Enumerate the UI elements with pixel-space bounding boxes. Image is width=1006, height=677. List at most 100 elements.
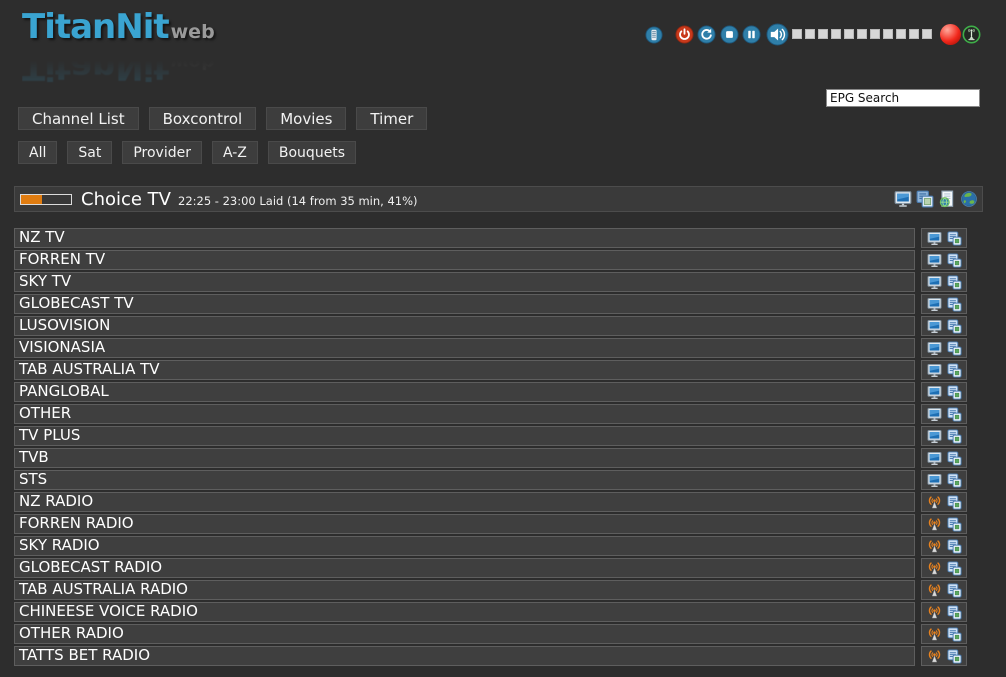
nav-button-channel-list[interactable]: Channel List	[18, 107, 139, 130]
channel-name-cell[interactable]: SKY RADIO	[14, 536, 915, 556]
monitor-icon[interactable]	[927, 429, 942, 444]
monitor-icon[interactable]	[927, 407, 942, 422]
epg-list-icon[interactable]	[947, 561, 962, 576]
monitor-icon[interactable]	[927, 473, 942, 488]
volume-segment[interactable]	[870, 29, 880, 39]
pause-icon[interactable]	[742, 25, 761, 44]
volume-segment[interactable]	[805, 29, 815, 39]
channel-name-cell[interactable]: GLOBECAST RADIO	[14, 558, 915, 578]
channel-name-cell[interactable]: NZ TV	[14, 228, 915, 248]
radio-antenna-icon[interactable]	[927, 605, 942, 620]
radio-antenna-icon[interactable]	[927, 649, 942, 664]
channel-row-tab-australia-radio: TAB AUSTRALIA RADIO	[14, 580, 967, 600]
channel-name-cell[interactable]: OTHER RADIO	[14, 624, 915, 644]
epg-list-icon[interactable]	[947, 451, 962, 466]
screenshot-icon[interactable]	[916, 190, 934, 208]
volume-segment[interactable]	[831, 29, 841, 39]
filter-button-provider[interactable]: Provider	[122, 141, 202, 164]
channel-name-cell[interactable]: TAB AUSTRALIA RADIO	[14, 580, 915, 600]
volume-icon[interactable]	[766, 23, 789, 46]
monitor-icon[interactable]	[927, 451, 942, 466]
channel-name-cell[interactable]: TVB	[14, 448, 915, 468]
playlist-file-icon[interactable]	[938, 190, 956, 208]
radio-antenna-icon[interactable]	[927, 517, 942, 532]
epg-list-icon[interactable]	[947, 275, 962, 290]
channel-name-cell[interactable]: STS	[14, 470, 915, 490]
monitor-icon[interactable]	[927, 385, 942, 400]
epg-list-icon[interactable]	[947, 297, 962, 312]
channel-row-forren-tv: FORREN TV	[14, 250, 967, 270]
radio-antenna-icon[interactable]	[927, 583, 942, 598]
epg-list-icon[interactable]	[947, 231, 962, 246]
radio-antenna-icon[interactable]	[927, 627, 942, 642]
channel-name-cell[interactable]: FORREN RADIO	[14, 514, 915, 534]
filter-button-sat[interactable]: Sat	[67, 141, 112, 164]
volume-level-bar[interactable]	[792, 29, 932, 39]
remote-icon[interactable]	[645, 26, 663, 44]
channel-name-cell[interactable]: GLOBECAST TV	[14, 294, 915, 314]
nav-button-boxcontrol[interactable]: Boxcontrol	[149, 107, 257, 130]
channel-name-cell[interactable]: TAB AUSTRALIA TV	[14, 360, 915, 380]
signal-icon[interactable]	[962, 25, 981, 44]
monitor-icon[interactable]	[927, 275, 942, 290]
epg-list-icon[interactable]	[947, 363, 962, 378]
channel-name-label: GLOBECAST RADIO	[19, 558, 162, 576]
channel-name-cell[interactable]: LUSOVISION	[14, 316, 915, 336]
monitor-icon[interactable]	[927, 297, 942, 312]
epg-list-icon[interactable]	[947, 539, 962, 554]
monitor-icon[interactable]	[927, 363, 942, 378]
volume-segment[interactable]	[922, 29, 932, 39]
channel-row-actions	[921, 624, 967, 644]
volume-segment[interactable]	[792, 29, 802, 39]
channel-name-cell[interactable]: SKY TV	[14, 272, 915, 292]
monitor-icon[interactable]	[927, 341, 942, 356]
epg-list-icon[interactable]	[947, 605, 962, 620]
nav-button-timer[interactable]: Timer	[356, 107, 427, 130]
volume-segment[interactable]	[844, 29, 854, 39]
radio-antenna-icon[interactable]	[927, 561, 942, 576]
channel-name-cell[interactable]: NZ RADIO	[14, 492, 915, 512]
monitor-icon[interactable]	[927, 253, 942, 268]
web-globe-icon[interactable]	[960, 190, 978, 208]
volume-segment[interactable]	[896, 29, 906, 39]
volume-segment[interactable]	[909, 29, 919, 39]
epg-list-icon[interactable]	[947, 583, 962, 598]
channel-name-cell[interactable]: OTHER	[14, 404, 915, 424]
channel-name-cell[interactable]: FORREN TV	[14, 250, 915, 270]
channel-name-cell[interactable]: TATTS BET RADIO	[14, 646, 915, 666]
epg-list-icon[interactable]	[947, 495, 962, 510]
power-icon[interactable]	[675, 25, 694, 44]
epg-list-icon[interactable]	[947, 473, 962, 488]
epg-list-icon[interactable]	[947, 627, 962, 642]
epg-list-icon[interactable]	[947, 385, 962, 400]
channel-name-cell[interactable]: PANGLOBAL	[14, 382, 915, 402]
epg-list-icon[interactable]	[947, 319, 962, 334]
volume-segment[interactable]	[818, 29, 828, 39]
volume-segment[interactable]	[883, 29, 893, 39]
filter-button-a-z[interactable]: A-Z	[212, 141, 258, 164]
epg-list-icon[interactable]	[947, 407, 962, 422]
record-icon[interactable]	[940, 24, 961, 45]
radio-antenna-icon[interactable]	[927, 495, 942, 510]
radio-antenna-icon[interactable]	[927, 539, 942, 554]
filter-button-all[interactable]: All	[18, 141, 57, 164]
channel-name-cell[interactable]: TV PLUS	[14, 426, 915, 446]
epg-list-icon[interactable]	[947, 517, 962, 532]
epg-list-icon[interactable]	[947, 253, 962, 268]
restart-icon[interactable]	[697, 25, 716, 44]
epg-search-input[interactable]	[826, 89, 980, 107]
monitor-icon[interactable]	[927, 319, 942, 334]
nav-button-movies[interactable]: Movies	[266, 107, 346, 130]
channel-row-chineese-voice-radio: CHINEESE VOICE RADIO	[14, 602, 967, 622]
channel-name-label: CHINEESE VOICE RADIO	[19, 602, 198, 620]
filter-button-bouquets[interactable]: Bouquets	[268, 141, 356, 164]
volume-segment[interactable]	[857, 29, 867, 39]
epg-list-icon[interactable]	[947, 429, 962, 444]
monitor-icon[interactable]	[927, 231, 942, 246]
channel-name-cell[interactable]: CHINEESE VOICE RADIO	[14, 602, 915, 622]
channel-name-cell[interactable]: VISIONASIA	[14, 338, 915, 358]
epg-list-icon[interactable]	[947, 649, 962, 664]
epg-list-icon[interactable]	[947, 341, 962, 356]
stop-icon[interactable]	[720, 25, 739, 44]
monitor-stream-icon[interactable]	[894, 190, 912, 208]
